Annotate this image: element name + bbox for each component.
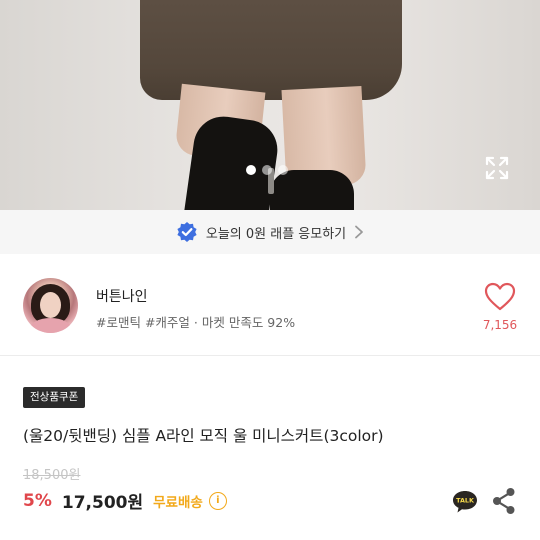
seller-section[interactable]: 버튼나인 #로맨틱 #캐주얼 · 마켓 만족도 92% 7,156: [0, 255, 540, 355]
verified-badge-icon: [177, 222, 197, 242]
share-icon[interactable]: [491, 487, 517, 515]
expand-icon[interactable]: [484, 155, 510, 181]
price-row: 5% 17,500원 무료배송 i: [23, 488, 227, 513]
skirt-photo-part: [140, 0, 402, 100]
seller-name[interactable]: 버튼나인: [96, 286, 148, 306]
chevron-right-icon: [355, 225, 364, 239]
carousel-indicator: [246, 165, 288, 175]
seller-tags: #로맨틱 #캐주얼 · 마켓 만족도 92%: [96, 315, 296, 330]
product-title: (울20/뒷밴딩) 심플 A라인 모직 울 미니스커트(3color): [23, 427, 384, 445]
carousel-dot-3[interactable]: [278, 165, 288, 175]
sale-price: 17,500원: [61, 493, 144, 513]
talk-label: TALK: [456, 497, 475, 505]
section-divider: [0, 355, 540, 356]
coupon-badge: 전상품쿠폰: [23, 387, 86, 408]
photo-boot-right: [270, 170, 354, 210]
heart-icon[interactable]: [484, 282, 516, 312]
seller-avatar[interactable]: [23, 278, 78, 333]
discount-rate: 5%: [23, 490, 52, 511]
carousel-dot-1[interactable]: [246, 165, 256, 175]
event-banner-text: 오늘의 0원 래플 응모하기: [205, 226, 347, 242]
info-icon[interactable]: i: [208, 491, 227, 510]
like-count: 7,156: [482, 318, 518, 332]
product-image[interactable]: [0, 0, 540, 210]
free-shipping-label: 무료배송: [153, 494, 203, 511]
raffle-event-banner[interactable]: 오늘의 0원 래플 응모하기: [0, 210, 540, 254]
kakao-talk-icon[interactable]: TALK: [451, 488, 479, 516]
carousel-dot-2[interactable]: [262, 165, 272, 175]
original-price: 18,500원: [23, 468, 81, 483]
